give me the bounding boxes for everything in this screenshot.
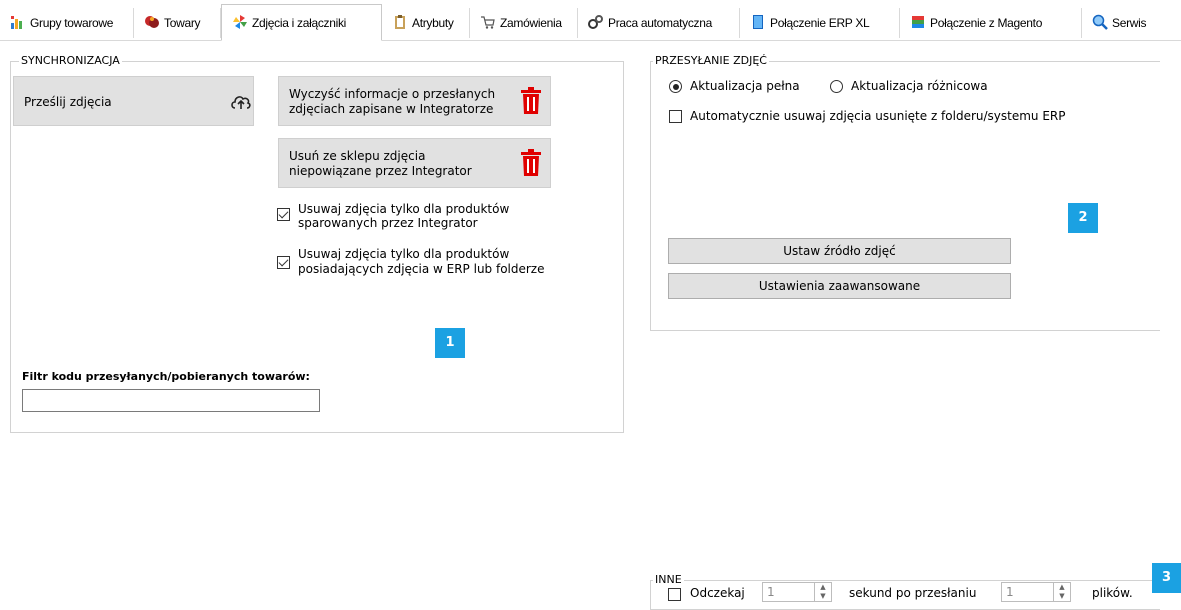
sync-group-title: SYNCHRONIZACJA [19,54,122,68]
magnifier-icon [1092,14,1108,30]
upload-settings-title: PRZESYŁANIE ZDJĘĆ [653,54,769,68]
clear-upload-info-button[interactable]: Wyczyść informacje o przesłanych zdjęcia… [278,76,551,126]
paired-only-checkbox[interactable] [277,208,290,221]
trash-icon [521,149,541,176]
tab-label: Atrybuty [412,16,454,30]
tab-grupy-towarowe[interactable]: Grupy towarowe [0,8,134,38]
tab-label: Grupy towarowe [30,16,114,30]
tab-label: Zamówienia [500,16,562,30]
tab-label: Połączenie z Magento [930,16,1043,30]
has-photos-only-label-1: Usuwaj zdjęcia tylko dla produktów [298,247,510,261]
products-icon [145,16,159,28]
tab-strip: Grupy towarowe Towary Zdjęcia i załączni… [0,0,1181,41]
tab-label: Serwis [1112,16,1147,30]
remove-unlinked-label-2: niepowiązane przez Integrator [289,164,472,178]
remove-unlinked-label-1: Usuń ze sklepu zdjęcia [289,149,426,163]
filter-input[interactable] [22,389,320,412]
diff-update-label: Aktualizacja różnicowa [851,79,988,93]
trash-icon [521,87,541,114]
spinner-arrows-icon[interactable]: ▲ ▼ [1053,583,1070,601]
tab-label: Zdjęcia i załączniki [252,16,347,30]
upload-photos-label: Prześlij zdjęcia [24,95,112,109]
full-update-radio[interactable] [669,80,682,93]
advanced-settings-button[interactable]: Ustawienia zaawansowane [668,273,1011,299]
files-count-spinner[interactable]: 1 ▲ ▼ [1001,582,1071,602]
cart-icon [481,16,495,29]
diff-update-radio[interactable] [830,80,843,93]
tab-polaczenie-erp-xl[interactable]: Połączenie ERP XL [740,8,900,38]
tab-label: Towary [164,16,201,30]
clear-upload-info-label-1: Wyczyść informacje o przesłanych [289,87,496,101]
wait-checkbox[interactable] [668,588,681,601]
callout-badge-2: 2 [1068,203,1098,233]
remove-unlinked-photos-button[interactable]: Usuń ze sklepu zdjęcia niepowiązane prze… [278,138,551,188]
tab-atrybuty[interactable]: Atrybuty [382,8,470,38]
wait-seconds-value: 1 [767,585,775,599]
wait-seconds-spinner[interactable]: 1 ▲ ▼ [762,582,832,602]
full-update-label: Aktualizacja pełna [690,79,800,93]
upload-photos-button[interactable]: Prześlij zdjęcia [13,76,254,126]
tab-serwis[interactable]: Serwis [1082,8,1181,38]
other-group-title: INNE [653,573,684,587]
clipboard-icon [395,15,405,29]
filter-label: Filtr kodu przesyłanych/pobieranych towa… [22,370,310,383]
cloud-upload-icon [231,96,251,109]
book-icon [753,15,763,29]
has-photos-only-label-2: posiadających zdjęcia w ERP lub folderze [298,262,545,276]
files-count-value: 1 [1006,585,1014,599]
seconds-label: sekund po przesłaniu [849,586,977,600]
clear-upload-info-label-2: zdjęciach zapisane w Integratorze [289,102,494,116]
tab-label: Praca automatyczna [608,16,712,30]
stack-icon [912,16,924,28]
callout-badge-1: 1 [435,328,465,358]
pinwheel-icon [233,15,247,29]
tab-zamowienia[interactable]: Zamówienia [470,8,578,38]
callout-badge-3: 3 [1152,563,1181,593]
spinner-arrows-icon[interactable]: ▲ ▼ [814,583,831,601]
paired-only-label-1: Usuwaj zdjęcia tylko dla produktów [298,202,510,216]
files-label: plików. [1092,586,1133,600]
tab-towary[interactable]: Towary [134,8,221,38]
tab-zdjecia-i-zalaczniki[interactable]: Zdjęcia i załączniki [221,4,382,41]
bar-chart-icon [11,16,22,29]
wait-label: Odczekaj [690,586,745,600]
tab-praca-automatyczna[interactable]: Praca automatyczna [578,8,740,38]
set-photo-source-button[interactable]: Ustaw źródło zdjęć [668,238,1011,264]
auto-delete-checkbox[interactable] [669,110,682,123]
paired-only-label-2: sparowanych przez Integrator [298,216,478,230]
tab-polaczenie-z-magento[interactable]: Połączenie z Magento [900,8,1082,38]
tab-label: Połączenie ERP XL [770,16,870,30]
has-photos-only-checkbox[interactable] [277,256,290,269]
auto-delete-label: Automatycznie usuwaj zdjęcia usunięte z … [690,109,1066,123]
gears-icon [588,15,603,29]
